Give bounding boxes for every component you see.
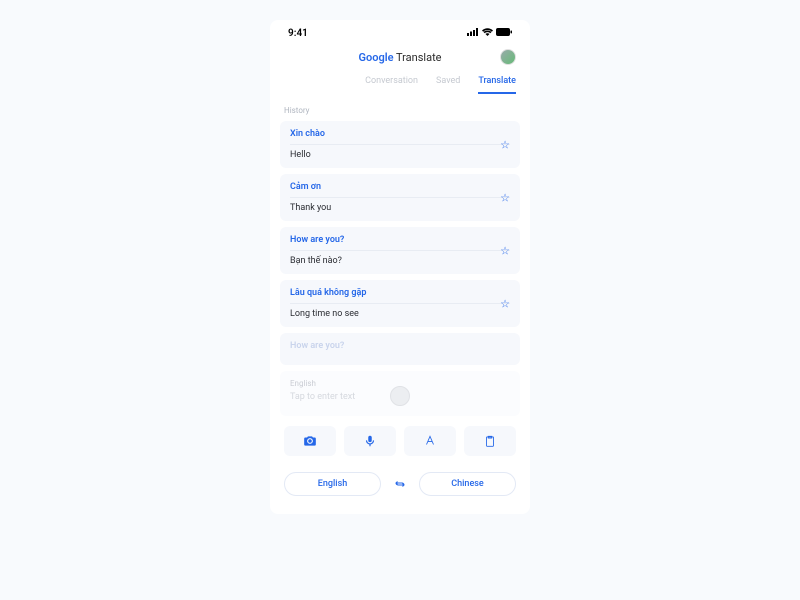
input-area[interactable]: English Tap to enter text: [280, 371, 520, 416]
mic-button[interactable]: [344, 426, 396, 456]
history-translation: Bạn thế nào?: [290, 256, 510, 266]
history-card[interactable]: How are you? Bạn thế nào? ☆: [280, 227, 520, 274]
action-row: [270, 416, 530, 464]
history-card[interactable]: How are you?: [280, 333, 520, 365]
tab-conversation[interactable]: Conversation: [365, 76, 418, 94]
swap-icon: [394, 478, 406, 490]
star-icon[interactable]: ☆: [500, 244, 510, 257]
tab-translate[interactable]: Translate: [478, 76, 516, 94]
history-source: How are you?: [290, 235, 510, 245]
card-divider: [290, 250, 510, 251]
history-card[interactable]: Lâu quá không gặp Long time no see ☆: [280, 280, 520, 327]
swap-button[interactable]: [389, 473, 411, 495]
history-translation: Long time no see: [290, 309, 510, 319]
avatar[interactable]: [500, 49, 516, 65]
tabs: Conversation Saved Translate: [270, 66, 530, 94]
history-list: Xin chào Hello ☆ Cảm ơn Thank you ☆ How …: [270, 121, 530, 365]
history-translation: Hello: [290, 150, 510, 160]
signal-icon: [467, 28, 479, 39]
handwriting-button[interactable]: [404, 426, 456, 456]
status-time: 9:41: [288, 28, 308, 39]
history-translation: Thank you: [290, 203, 510, 213]
language-selector-row: English Chinese: [270, 464, 530, 514]
source-language-pill[interactable]: English: [284, 472, 381, 496]
tab-saved[interactable]: Saved: [436, 76, 460, 94]
history-source: Xin chào: [290, 129, 510, 139]
app-title: Google Translate: [270, 51, 530, 64]
card-divider: [290, 303, 510, 304]
clipboard-button[interactable]: [464, 426, 516, 456]
status-bar: 9:41: [270, 20, 530, 43]
card-divider: [290, 144, 510, 145]
target-language-pill[interactable]: Chinese: [419, 472, 516, 496]
clipboard-icon: [483, 434, 497, 448]
star-icon[interactable]: ☆: [500, 138, 510, 151]
history-card[interactable]: Cảm ơn Thank you ☆: [280, 174, 520, 221]
wifi-icon: [482, 28, 493, 39]
history-source: How are you?: [290, 341, 510, 351]
phone-frame: 9:41 Google Translate Conversation Saved…: [270, 20, 530, 514]
history-source: Cảm ơn: [290, 182, 510, 192]
mic-icon: [363, 434, 377, 448]
battery-icon: [496, 28, 512, 39]
history-label: History: [270, 94, 530, 121]
star-icon[interactable]: ☆: [500, 297, 510, 310]
font-icon: [423, 434, 437, 448]
camera-icon: [303, 434, 317, 448]
history-source: Lâu quá không gặp: [290, 288, 510, 298]
touch-ripple: [390, 386, 410, 406]
camera-button[interactable]: [284, 426, 336, 456]
app-header: Google Translate: [270, 43, 530, 66]
star-icon[interactable]: ☆: [500, 191, 510, 204]
status-icons: [467, 28, 512, 39]
card-divider: [290, 197, 510, 198]
history-card[interactable]: Xin chào Hello ☆: [280, 121, 520, 168]
title-translate: Translate: [393, 51, 441, 64]
title-google: Google: [359, 51, 394, 64]
